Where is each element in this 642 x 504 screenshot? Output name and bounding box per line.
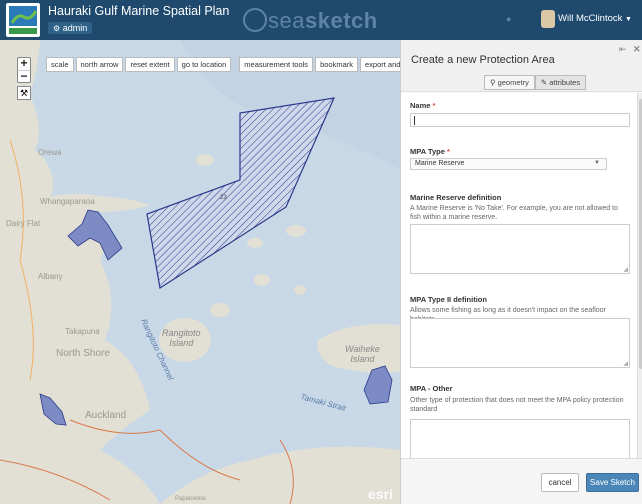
user-menu[interactable]: Will McClintock ▼ (558, 13, 632, 24)
brand-wordmark: seasketch (242, 8, 378, 34)
mpa-other-textarea[interactable] (410, 419, 630, 458)
cancel-button[interactable]: cancel (541, 473, 579, 492)
role-label: admin (62, 23, 88, 33)
tab-attributes-label: attributes (549, 78, 581, 87)
mpa-type-label: MPA Type * (410, 147, 450, 156)
user-name: Will McClintock (558, 13, 623, 24)
role-badge: ⚙ admin (48, 22, 93, 34)
attributes-form: Name * MPA Type * Marine Reserve ▼ Marin… (401, 93, 637, 458)
resize-grip-icon[interactable]: ◢ (623, 360, 628, 367)
esri-logo: esri (368, 486, 393, 502)
label-north-shore: North Shore (56, 348, 110, 359)
help-icon[interactable]: ● (506, 14, 511, 24)
top-navbar: Hauraki Gulf Marine Spatial Plan ⚙ admin… (0, 0, 642, 40)
brand-sketch: sketch (304, 8, 378, 33)
zoom-out-button[interactable]: − (18, 70, 30, 82)
mpa-type-ii-textarea[interactable]: ◢ (410, 318, 630, 368)
label-takapuna: Takapuna (65, 327, 100, 336)
label-waiheke-island: Waiheke Island (345, 344, 380, 364)
required-mark: * (446, 147, 450, 156)
label-dairy-flat: Dairy Flat (6, 219, 41, 228)
name-input[interactable] (410, 113, 630, 127)
zoom-control[interactable]: + − (17, 57, 31, 83)
tab-attributes[interactable]: ✎ attributes (534, 75, 587, 90)
toolbar-scale[interactable]: scale (46, 57, 74, 72)
form-scrollbar[interactable] (637, 93, 642, 458)
tab-geometry-label: geometry (497, 78, 529, 87)
toolbar-north-arrow[interactable]: north arrow (75, 57, 124, 72)
toolbar-gap (233, 57, 237, 72)
edit-icon: ✎ (540, 78, 548, 87)
marine-reserve-label: Marine Reserve definition (410, 193, 502, 202)
save-sketch-button[interactable]: Save Sketch (586, 473, 639, 492)
create-protection-area-panel: Create a new Protection Area ⇤ ✕ ⚲ geome… (400, 40, 642, 504)
chevron-down-icon: ▼ (625, 16, 632, 23)
panel-header: Create a new Protection Area ⇤ ✕ ⚲ geome… (401, 40, 642, 92)
required-mark: * (432, 101, 436, 110)
label-albany: Albany (38, 272, 63, 281)
resize-grip-icon[interactable]: ◢ (623, 266, 628, 273)
name-label-text: Name (410, 101, 431, 110)
mpa-other-label: MPA - Other (410, 384, 453, 393)
mpa-type-label-text: MPA Type (410, 147, 445, 156)
label-papatoetoe: Papatoetoe (175, 496, 206, 502)
map-toolbar: scale north arrow reset extent go to loc… (46, 57, 423, 72)
mpa-type-ii-label: MPA Type II definition (410, 295, 487, 304)
tab-geometry[interactable]: ⚲ geometry (484, 75, 535, 90)
panel-footer: cancel Save Sketch (401, 458, 642, 504)
mpa-type-value: Marine Reserve (415, 160, 465, 167)
label-polygon-id: 23 (220, 195, 227, 201)
dock-icon[interactable]: ⇤ (619, 44, 627, 55)
toolbar-reset-extent[interactable]: reset extent (125, 57, 175, 72)
brand-sea: sea (268, 8, 305, 33)
mpa-other-help: Other type of protection that does not m… (410, 397, 624, 413)
marine-reserve-help: A Marine Reserve is 'No Take'. For examp… (410, 205, 618, 221)
app-title[interactable]: Hauraki Gulf Marine Spatial Plan (48, 4, 229, 18)
close-icon[interactable]: ✕ (633, 44, 641, 55)
panel-tabs: ⚲ geometry ✎ attributes (484, 75, 587, 90)
toolbar-go-to-location[interactable]: go to location (176, 57, 232, 72)
chevron-down-icon: ▼ (594, 160, 600, 166)
app-logo (6, 3, 40, 37)
name-label: Name * (410, 101, 435, 110)
marine-reserve-textarea[interactable]: ◢ (410, 224, 630, 274)
map-marker-icon: ⚲ (490, 78, 496, 87)
toolbar-measurement-tools[interactable]: measurement tools (239, 57, 314, 72)
gear-icon: ⚙ (53, 24, 61, 33)
label-whangaparaoa: Whangaparaoa (40, 197, 95, 206)
text-cursor (414, 116, 415, 125)
toolbar-bookmark[interactable]: bookmark (315, 57, 358, 72)
label-rangitoto-island: Rangitoto Island (162, 328, 201, 348)
avatar[interactable] (541, 10, 555, 28)
panel-title: Create a new Protection Area (411, 54, 555, 66)
label-auckland: Auckland (85, 410, 127, 421)
label-orewa: Orewa (38, 148, 62, 157)
mpa-type-select[interactable]: Marine Reserve ▼ (410, 158, 607, 170)
tools-icon[interactable]: ⚒ (17, 86, 31, 100)
